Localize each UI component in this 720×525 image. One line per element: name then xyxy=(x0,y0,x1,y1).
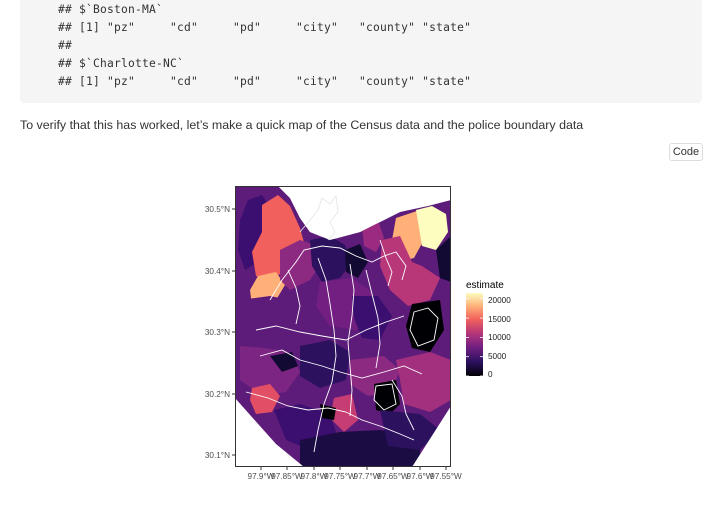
x-tick-label: 97.85°W xyxy=(271,472,303,481)
y-tick-label: 30.1°N xyxy=(205,451,230,460)
y-tick-label: 30.5°N xyxy=(205,205,230,214)
x-tick-label: 97.65°W xyxy=(377,472,409,481)
x-tick-label: 97.75°W xyxy=(324,472,356,481)
legend-label: 15000 xyxy=(488,315,511,324)
y-tick-label: 30.2°N xyxy=(205,390,230,399)
legend-label: 0 xyxy=(488,370,493,379)
census-tracts-layer xyxy=(235,186,451,467)
legend-label: 10000 xyxy=(488,333,511,342)
color-legend: estimate 20000 15000 10000 5000 0 xyxy=(466,280,511,379)
x-tick-label: 97.55°W xyxy=(430,472,462,481)
legend-label: 5000 xyxy=(488,352,507,361)
y-axis: 30.5°N 30.4°N 30.3°N 30.2°N 30.1°N xyxy=(205,205,235,460)
y-tick-label: 30.4°N xyxy=(205,267,230,276)
x-axis: 97.9°W 97.85°W 97.8°W 97.75°W 97.7°W 97.… xyxy=(248,467,462,481)
y-tick-label: 30.3°N xyxy=(205,328,230,337)
legend-label: 20000 xyxy=(488,296,511,305)
legend-colorbar xyxy=(466,293,483,376)
map-figure: 30.5°N 30.4°N 30.3°N 30.2°N 30.1°N 97.9°… xyxy=(205,186,511,481)
tract-region xyxy=(396,352,451,412)
legend-title: estimate xyxy=(466,280,504,291)
